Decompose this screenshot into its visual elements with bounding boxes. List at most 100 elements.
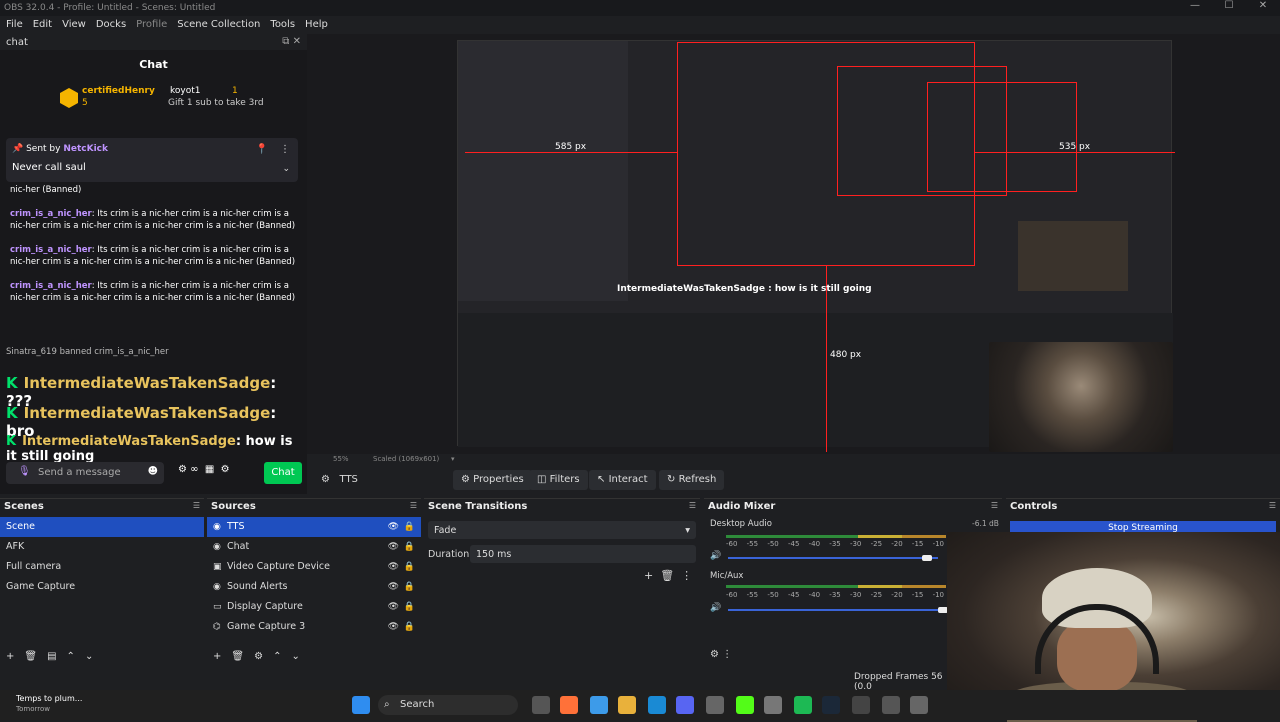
trash-icon[interactable]: 🗑 xyxy=(24,651,37,662)
preview-canvas[interactable]: 585 px 535 px 480 px IntermediateWasTake… xyxy=(307,34,1280,454)
app-icon[interactable] xyxy=(882,696,900,714)
maximize-icon[interactable]: ☐ xyxy=(1212,0,1246,16)
menu-scene-collection[interactable]: Scene Collection xyxy=(177,19,260,30)
down-icon[interactable]: ⌄ xyxy=(85,651,93,662)
source-item[interactable]: ◉ TTS 👁 🔒 xyxy=(207,517,421,537)
monitor-icon: ▭ xyxy=(213,602,222,612)
scene-item[interactable]: Full camera xyxy=(0,557,204,577)
close-icon[interactable]: ✕ xyxy=(1246,0,1280,16)
eye-icon[interactable]: 👁 xyxy=(388,537,399,557)
pinned-message[interactable]: 📌 Sent by NetcKick Never call saul 📍 ⋮ ⌄ xyxy=(6,138,298,182)
lock-icon[interactable]: 🔒 xyxy=(404,557,415,577)
more-icon[interactable]: ⋮ xyxy=(280,144,290,155)
minimize-icon[interactable]: — xyxy=(1178,0,1212,16)
windows-start-icon[interactable] xyxy=(352,696,370,714)
dock-menu-icon[interactable]: ☰ xyxy=(1269,501,1276,510)
dock-menu-icon[interactable]: ☰ xyxy=(410,501,417,510)
chat-send-button[interactable]: Chat xyxy=(264,462,302,484)
eye-icon[interactable]: 👁 xyxy=(388,617,399,637)
properties-button[interactable]: ⚙ Properties xyxy=(453,470,532,490)
interact-button[interactable]: ↖ Interact xyxy=(589,470,656,490)
eye-icon[interactable]: 👁 xyxy=(388,557,399,577)
scene-item[interactable]: Game Capture xyxy=(0,577,204,597)
weather-widget[interactable]: Temps to plum... Tomorrow xyxy=(16,694,82,714)
menu-help[interactable]: Help xyxy=(305,19,328,30)
mixer-settings-icon[interactable]: ⚙ ⋮ xyxy=(710,649,732,660)
app-icon[interactable] xyxy=(764,696,782,714)
app-icon[interactable] xyxy=(910,696,928,714)
taskview-icon[interactable] xyxy=(532,696,550,714)
steam-icon[interactable] xyxy=(822,696,840,714)
scene-item[interactable]: AFK xyxy=(0,537,204,557)
transition-tools[interactable]: + 🗑 ⋮ xyxy=(644,569,692,582)
pinned-sender: 📌 Sent by NetcKick xyxy=(12,144,108,154)
dock-close-icon[interactable]: ⧉ ✕ xyxy=(282,36,301,47)
volume-knob[interactable] xyxy=(922,555,932,561)
chat-dock-header: chat ⧉ ✕ xyxy=(0,34,307,50)
source-item[interactable]: ▣ Video Capture Device 👁 🔒 xyxy=(207,557,421,577)
source-item[interactable]: ▭ Display Capture 👁 🔒 xyxy=(207,597,421,617)
eye-icon[interactable]: 👁 xyxy=(388,597,399,617)
add-icon[interactable]: + xyxy=(6,651,14,662)
mic-volume-slider[interactable] xyxy=(728,609,938,611)
menu-file[interactable]: File xyxy=(6,19,23,30)
chat-tool-icons[interactable]: ⚙ ∞ ▦ ⚙ xyxy=(178,464,230,475)
lock-icon[interactable]: 🔒 xyxy=(404,617,415,637)
up-icon[interactable]: ⌃ xyxy=(273,651,281,662)
dock-menu-icon[interactable]: ☰ xyxy=(991,501,998,510)
pin-icon[interactable]: 📍 xyxy=(256,144,268,155)
spotify-icon[interactable] xyxy=(794,696,812,714)
firefox-icon[interactable] xyxy=(560,696,578,714)
leader-second-name[interactable]: koyot1 xyxy=(170,86,201,96)
source-item[interactable]: ◉ Sound Alerts 👁 🔒 xyxy=(207,577,421,597)
transition-select[interactable]: Fade ▾ xyxy=(428,521,696,539)
leader-second-rank: 1 xyxy=(232,86,238,96)
source-item[interactable]: ⌬ Game Capture 3 👁 🔒 xyxy=(207,617,421,637)
gear-icon[interactable]: ⚙ xyxy=(254,651,263,662)
menu-edit[interactable]: Edit xyxy=(33,19,52,30)
filter-icon[interactable]: ▤ xyxy=(47,651,56,662)
eye-icon[interactable]: 👁 xyxy=(388,517,399,537)
chevron-down-icon[interactable]: ⌄ xyxy=(282,164,290,174)
lock-icon[interactable]: 🔒 xyxy=(404,597,415,617)
duration-input[interactable]: 150 ms xyxy=(470,545,696,563)
source-item[interactable]: ◉ Chat 👁 🔒 xyxy=(207,537,421,557)
speaker-icon[interactable]: 🔊 xyxy=(710,551,721,561)
scene-item[interactable]: Scene xyxy=(0,517,204,537)
chevron-down-icon[interactable]: ▾ xyxy=(451,455,455,463)
eye-icon[interactable]: 👁 xyxy=(388,577,399,597)
menu-view[interactable]: View xyxy=(62,19,86,30)
edge-icon[interactable] xyxy=(648,696,666,714)
dock-menu-icon[interactable]: ☰ xyxy=(689,501,696,510)
menu-docks[interactable]: Docks xyxy=(96,19,126,30)
nested-chat xyxy=(458,41,628,301)
refresh-button[interactable]: ↻ Refresh xyxy=(659,470,725,490)
menu-profile[interactable]: Profile xyxy=(136,19,167,30)
lock-icon[interactable]: 🔒 xyxy=(404,577,415,597)
folder-icon[interactable] xyxy=(618,696,636,714)
desktop-volume-slider[interactable] xyxy=(728,557,938,559)
scenes-dock: Scenes ☰ Scene AFK Full camera Game Captu… xyxy=(0,498,204,668)
obs-icon[interactable] xyxy=(852,696,870,714)
add-icon[interactable]: + xyxy=(213,651,221,662)
discord-icon[interactable] xyxy=(676,696,694,714)
gift-prompt: Gift 1 sub to take 3rd xyxy=(168,98,264,108)
lock-icon[interactable]: 🔒 xyxy=(404,517,415,537)
trash-icon[interactable]: 🗑 xyxy=(231,651,244,662)
speaker-icon[interactable]: 🔊 xyxy=(710,603,721,613)
menu-tools[interactable]: Tools xyxy=(270,19,295,30)
taskbar-search[interactable]: ⌕ Search xyxy=(378,695,518,715)
red-guide-line xyxy=(975,152,1175,153)
emote-icon[interactable]: ☻ xyxy=(148,466,158,477)
filters-button[interactable]: ◫ Filters xyxy=(529,470,588,490)
app-icon[interactable] xyxy=(590,696,608,714)
mic-icon[interactable]: 🎙 xyxy=(18,466,31,477)
down-icon[interactable]: ⌄ xyxy=(291,651,299,662)
up-icon[interactable]: ⌃ xyxy=(67,651,75,662)
app-icon[interactable] xyxy=(706,696,724,714)
dock-menu-icon[interactable]: ☰ xyxy=(193,501,200,510)
lock-icon[interactable]: 🔒 xyxy=(404,537,415,557)
leader-first-name[interactable]: certifiedHenry xyxy=(82,86,155,96)
chat-input[interactable]: 🎙 Send a message ☻ xyxy=(6,462,164,484)
kick-icon[interactable] xyxy=(736,696,754,714)
